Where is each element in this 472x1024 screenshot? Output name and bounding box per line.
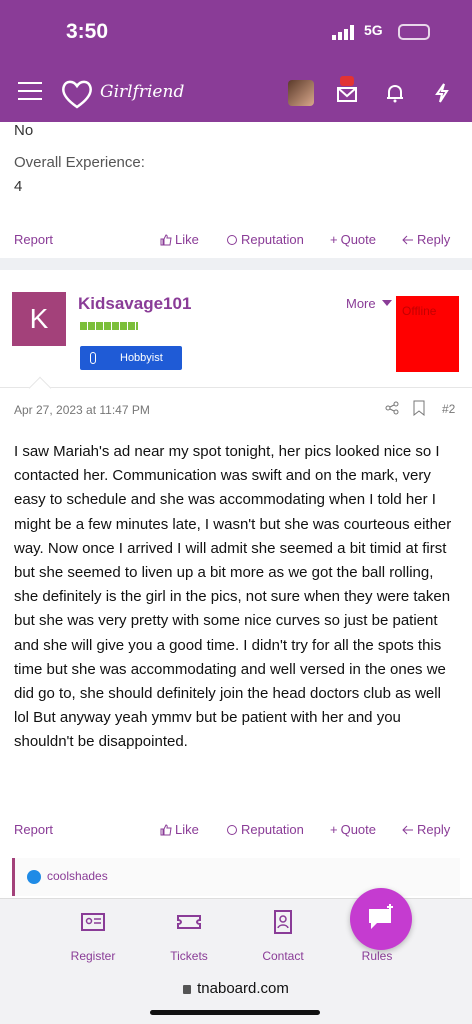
author-avatar[interactable]: K bbox=[12, 292, 66, 346]
id-card-icon bbox=[81, 913, 105, 931]
post-date[interactable]: Apr 27, 2023 at 11:47 PM bbox=[14, 403, 150, 417]
reputation-button[interactable]: Reputation bbox=[226, 822, 304, 837]
rating-text: 4 bbox=[14, 178, 23, 195]
reputation-label: Reputation bbox=[241, 822, 304, 837]
ticket-icon bbox=[177, 915, 201, 929]
reputation-icon bbox=[227, 234, 237, 245]
chat-icon bbox=[369, 904, 393, 929]
question-text: Overall Experience: bbox=[14, 154, 145, 171]
reply-button[interactable]: Reply bbox=[402, 232, 450, 247]
lock-icon bbox=[183, 984, 192, 994]
badge-icon bbox=[90, 352, 96, 364]
thumbs-up-icon bbox=[160, 233, 172, 245]
nav-register-label: Register bbox=[70, 949, 116, 963]
reply-label: Reply bbox=[417, 232, 451, 247]
home-indicator[interactable] bbox=[150, 1010, 320, 1015]
report-link[interactable]: Report bbox=[14, 822, 53, 837]
heart-logo-icon bbox=[62, 80, 92, 109]
badge-label: Hobbyist bbox=[120, 352, 163, 364]
nav-tickets-label: Tickets bbox=[170, 949, 208, 963]
status-bar: 3:50 5G bbox=[0, 0, 472, 64]
chevron-down-icon[interactable] bbox=[382, 300, 392, 306]
inbox-button[interactable] bbox=[334, 76, 360, 106]
chat-fab-button[interactable] bbox=[350, 888, 412, 950]
post-header: K Kidsavage101 Hobbyist More Offline bbox=[0, 270, 472, 388]
post-actions: Report Like Reputation + Quote Reply bbox=[0, 228, 472, 252]
nav-tickets[interactable]: Tickets bbox=[154, 909, 224, 963]
like-label: Like bbox=[175, 232, 199, 247]
browser-address-bar[interactable]: tnaboard.com bbox=[0, 970, 472, 1024]
like-button[interactable]: Like bbox=[160, 232, 199, 247]
reputation-button[interactable]: Reputation bbox=[226, 232, 304, 247]
share-icon[interactable] bbox=[384, 400, 400, 416]
nav-rules-label: Rules bbox=[361, 949, 393, 963]
status-time: 3:50 bbox=[66, 20, 109, 43]
reply-label: Reply bbox=[417, 822, 451, 837]
reply-icon bbox=[402, 825, 413, 834]
reaction-user[interactable]: coolshades bbox=[47, 869, 108, 883]
more-menu[interactable]: More bbox=[346, 296, 376, 311]
post-divider bbox=[0, 258, 472, 270]
brand-name: Girlfriend bbox=[100, 82, 185, 102]
signal-icon bbox=[332, 25, 354, 40]
author-name[interactable]: Kidsavage101 bbox=[78, 294, 191, 314]
post-actions: Report Like Reputation + Quote Reply bbox=[0, 818, 472, 842]
nav-register[interactable]: Register bbox=[58, 909, 128, 963]
status-badge: Offline bbox=[396, 296, 459, 372]
notification-badge bbox=[340, 76, 354, 86]
like-reaction-icon bbox=[27, 870, 41, 884]
reply-icon bbox=[402, 235, 413, 244]
nav-contact[interactable]: Contact bbox=[248, 909, 318, 963]
post-body: I saw Mariah's ad near my spot tonight, … bbox=[14, 443, 452, 751]
site-header: Girlfriend bbox=[0, 70, 472, 118]
post-number[interactable]: #2 bbox=[442, 402, 455, 416]
like-button[interactable]: Like bbox=[160, 822, 199, 837]
thumbs-up-icon bbox=[160, 823, 172, 835]
answer-text: No bbox=[14, 122, 34, 139]
url-text: tnaboard.com bbox=[197, 980, 289, 997]
author-rank-bar bbox=[80, 322, 138, 330]
reputation-label: Reputation bbox=[241, 232, 304, 247]
quote-button[interactable]: + Quote bbox=[330, 232, 376, 247]
post-tools: #2 bbox=[384, 400, 464, 420]
menu-icon[interactable] bbox=[18, 82, 42, 102]
bolt-icon[interactable] bbox=[432, 82, 452, 104]
user-avatar[interactable] bbox=[288, 80, 314, 106]
previous-post-tail: No Overall Experience: 4 Report Like Rep… bbox=[0, 122, 472, 268]
author-badge: Hobbyist bbox=[80, 346, 182, 370]
battery-icon bbox=[398, 24, 430, 40]
contact-icon bbox=[274, 910, 292, 934]
plus-icon: + bbox=[330, 822, 338, 837]
url-display[interactable]: tnaboard.com bbox=[0, 980, 472, 997]
nav-contact-label: Contact bbox=[262, 949, 304, 963]
quote-label: Quote bbox=[340, 232, 377, 247]
like-label: Like bbox=[175, 822, 199, 837]
site-logo[interactable]: Girlfriend bbox=[60, 76, 184, 112]
reply-button[interactable]: Reply bbox=[402, 822, 450, 837]
bookmark-icon[interactable] bbox=[412, 400, 426, 416]
quote-label: Quote bbox=[340, 822, 377, 837]
report-link[interactable]: Report bbox=[14, 232, 53, 247]
reputation-icon bbox=[227, 824, 237, 835]
top-bar: 3:50 5G Girlfriend bbox=[0, 0, 472, 122]
bell-icon[interactable] bbox=[384, 82, 406, 104]
plus-icon: + bbox=[330, 232, 338, 247]
quote-button[interactable]: + Quote bbox=[330, 822, 376, 837]
network-label: 5G bbox=[364, 22, 383, 38]
